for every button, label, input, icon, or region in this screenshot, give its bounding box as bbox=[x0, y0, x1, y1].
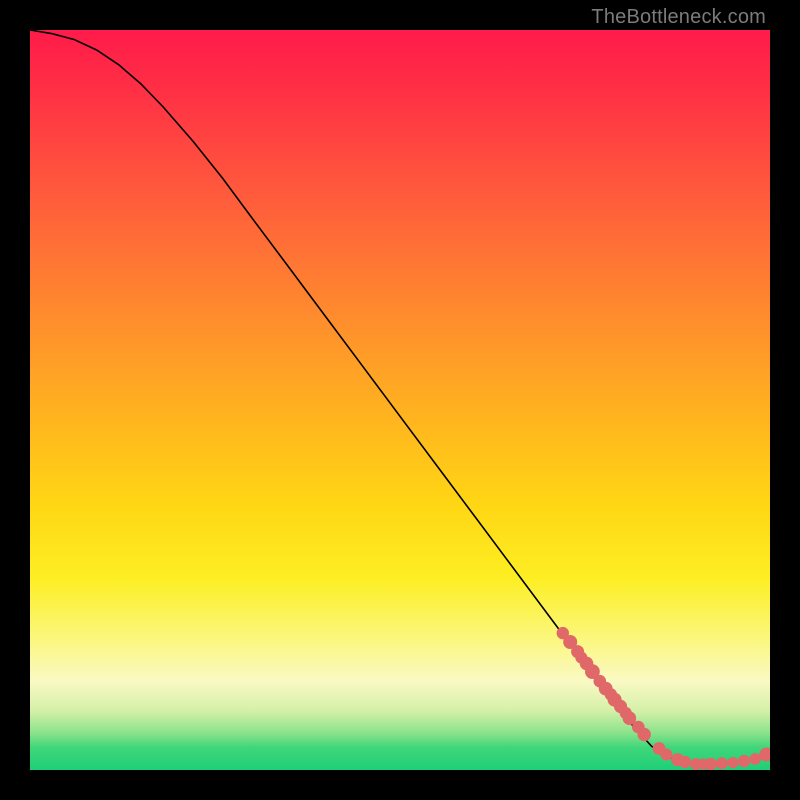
scatter-point bbox=[679, 756, 691, 768]
watermark-text: TheBottleneck.com bbox=[591, 6, 766, 29]
scatter-point bbox=[738, 755, 750, 767]
scatter-point bbox=[704, 758, 717, 770]
scatter-point bbox=[660, 749, 672, 761]
scatter-group bbox=[557, 627, 770, 770]
chart-stage: TheBottleneck.com bbox=[0, 0, 800, 800]
scatter-point bbox=[638, 728, 651, 741]
scatter-point bbox=[716, 757, 728, 769]
scatter-point bbox=[749, 753, 761, 765]
curve-line bbox=[30, 30, 770, 764]
scatter-point bbox=[727, 757, 738, 768]
chart-svg bbox=[30, 30, 770, 770]
plot-area bbox=[30, 30, 770, 770]
